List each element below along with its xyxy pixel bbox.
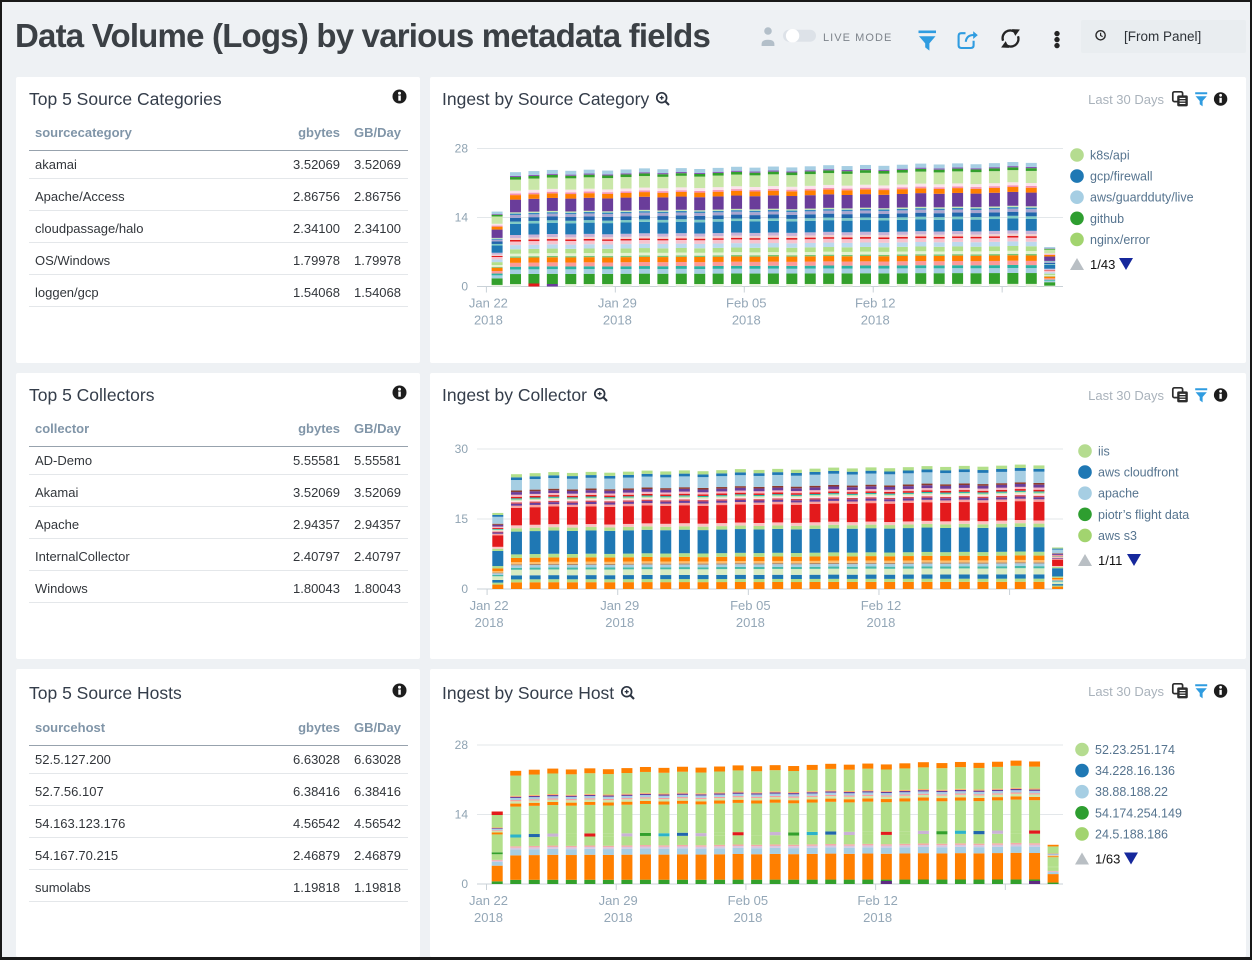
svg-text:2018: 2018 — [603, 313, 632, 328]
svg-text:Feb 12: Feb 12 — [855, 296, 895, 311]
svg-text:2018: 2018 — [475, 615, 504, 630]
svg-text:28: 28 — [455, 738, 469, 752]
svg-text:1/63: 1/63 — [1095, 852, 1120, 867]
svg-text:iis: iis — [1098, 445, 1110, 459]
svg-text:Feb 05: Feb 05 — [726, 296, 766, 311]
svg-text:github: github — [1090, 212, 1124, 226]
svg-text:k8s/api: k8s/api — [1090, 149, 1130, 163]
svg-text:Last 30 Days: Last 30 Days — [1088, 684, 1164, 699]
svg-text:28: 28 — [455, 142, 469, 156]
svg-text:2018: 2018 — [863, 910, 892, 925]
svg-text:Jan 29: Jan 29 — [599, 893, 638, 908]
svg-text:38.88.188.22: 38.88.188.22 — [1095, 785, 1168, 799]
svg-text:nginx/error: nginx/error — [1090, 233, 1150, 247]
svg-text:aws s3: aws s3 — [1098, 529, 1137, 543]
svg-text:Last 30 Days: Last 30 Days — [1088, 388, 1164, 403]
svg-text:2018: 2018 — [861, 313, 890, 328]
svg-text:0: 0 — [461, 280, 468, 294]
svg-text:54.174.254.149: 54.174.254.149 — [1095, 806, 1182, 820]
svg-text:Jan 22: Jan 22 — [469, 296, 508, 311]
svg-text:aws cloudfront: aws cloudfront — [1098, 466, 1179, 480]
svg-text:2018: 2018 — [732, 313, 761, 328]
svg-text:Feb 12: Feb 12 — [857, 893, 897, 908]
svg-text:1/43: 1/43 — [1090, 257, 1115, 272]
svg-text:Feb 05: Feb 05 — [728, 893, 768, 908]
svg-text:2018: 2018 — [474, 313, 503, 328]
svg-text:Jan 29: Jan 29 — [600, 598, 639, 613]
svg-text:2018: 2018 — [605, 615, 634, 630]
svg-text:52.23.251.174: 52.23.251.174 — [1095, 743, 1175, 757]
svg-text:34.228.16.136: 34.228.16.136 — [1095, 764, 1175, 778]
svg-text:Jan 22: Jan 22 — [470, 598, 509, 613]
svg-text:15: 15 — [455, 512, 469, 526]
svg-text:gcp/firewall: gcp/firewall — [1090, 170, 1153, 184]
svg-text:piotr’s flight data: piotr’s flight data — [1098, 508, 1189, 522]
svg-text:Jan 22: Jan 22 — [469, 893, 508, 908]
svg-text:0: 0 — [461, 582, 468, 596]
svg-text:24.5.188.186: 24.5.188.186 — [1095, 827, 1168, 841]
svg-text:2018: 2018 — [736, 615, 765, 630]
svg-text:apache: apache — [1098, 487, 1139, 501]
svg-text:1/11: 1/11 — [1098, 553, 1122, 568]
svg-text:2018: 2018 — [733, 910, 762, 925]
svg-text:aws/guardduty/live: aws/guardduty/live — [1090, 191, 1194, 205]
svg-text:Jan 29: Jan 29 — [598, 296, 637, 311]
svg-text:14: 14 — [455, 808, 469, 822]
svg-text:2018: 2018 — [604, 910, 633, 925]
svg-text:Feb 12: Feb 12 — [861, 598, 901, 613]
svg-text:Feb 05: Feb 05 — [730, 598, 770, 613]
svg-text:2018: 2018 — [866, 615, 895, 630]
svg-text:30: 30 — [455, 442, 469, 456]
svg-text:Last 30 Days: Last 30 Days — [1088, 92, 1164, 107]
svg-text:2018: 2018 — [474, 910, 503, 925]
svg-text:0: 0 — [461, 877, 468, 891]
svg-text:14: 14 — [455, 211, 469, 225]
